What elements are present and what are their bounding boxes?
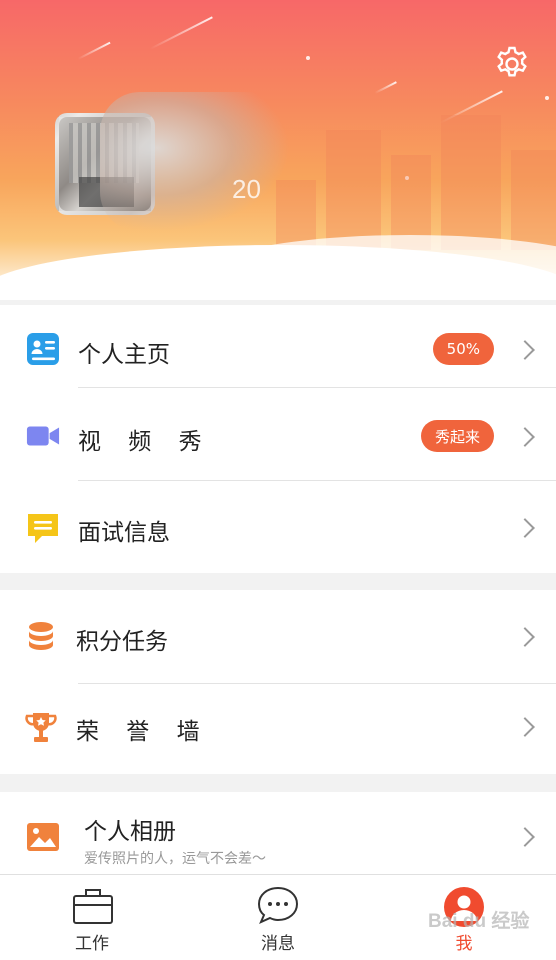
menu-group-profile: 个人主页 50% 视 频 秀 秀起来 面试信息 [0, 305, 556, 573]
menu-item-video-show[interactable]: 视 频 秀 秀起来 [0, 393, 556, 481]
menu-item-label: 个人相册 [84, 819, 176, 845]
completion-badge: 50% [432, 333, 494, 365]
tab-me[interactable]: 我 [404, 875, 524, 960]
menu-item-label: 面试信息 [78, 520, 170, 546]
tab-messages[interactable]: 消息 [218, 875, 338, 960]
menu-item-points-tasks[interactable]: 积分任务 [0, 590, 556, 682]
city-skyline [256, 110, 556, 250]
chevron-right-icon [515, 518, 535, 538]
menu-group-album: 个人相册 爱传照片的人，运气不会差～ [0, 792, 556, 874]
gear-icon [497, 46, 527, 77]
chevron-right-icon [515, 427, 535, 447]
menu-item-personal-homepage[interactable]: 个人主页 50% [0, 305, 556, 393]
video-camera-icon [26, 419, 60, 453]
chevron-right-icon [515, 827, 535, 847]
chevron-right-icon [515, 717, 535, 737]
photo-album-icon [26, 820, 60, 854]
trophy-icon [24, 711, 58, 745]
chat-bubble-icon [26, 511, 60, 545]
blurred-username [100, 92, 290, 232]
menu-item-label: 个人主页 [78, 342, 170, 368]
tab-label: 我 [455, 934, 473, 954]
profile-card-icon [26, 332, 60, 366]
tab-label: 消息 [261, 934, 295, 954]
menu-item-sublabel: 爱传照片的人，运气不会差～ [84, 851, 266, 867]
meteor-streak [77, 41, 111, 60]
chevron-right-icon [515, 340, 535, 360]
menu-item-personal-album[interactable]: 个人相册 爱传照片的人，运气不会差～ [0, 792, 556, 874]
menu-item-honor-wall[interactable]: 荣 誉 墙 [0, 684, 556, 774]
divider [78, 387, 556, 388]
chevron-right-icon [515, 627, 535, 647]
menu-item-label: 荣 誉 墙 [76, 719, 210, 745]
meteor-streak [149, 16, 213, 50]
meteor-streak [374, 81, 397, 94]
bottom-nav: 工作 消息 我 [0, 874, 556, 960]
menu-item-label: 积分任务 [76, 629, 168, 655]
star-dot [545, 96, 549, 100]
user-id-text: 20 [232, 174, 261, 204]
message-bubble-icon [257, 886, 299, 924]
menu-group-rewards: 积分任务 荣 誉 墙 [0, 590, 556, 774]
menu-item-interview-info[interactable]: 面试信息 [0, 481, 556, 573]
show-off-badge: 秀起来 [420, 420, 494, 452]
profile-header: 20 [0, 0, 556, 300]
menu-item-label: 视 频 秀 [78, 429, 212, 455]
star-dot [306, 56, 310, 60]
coin-stack-icon [24, 620, 58, 654]
tab-label: 工作 [75, 934, 109, 954]
user-icon [444, 887, 484, 927]
briefcase-icon [73, 889, 113, 924]
tab-work[interactable]: 工作 [32, 875, 152, 960]
settings-button[interactable] [492, 44, 532, 84]
